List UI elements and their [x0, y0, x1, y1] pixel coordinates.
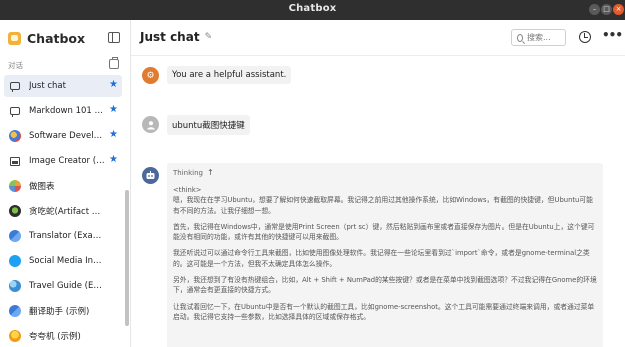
chatbox-logo-icon: [8, 31, 21, 45]
think-paragraph: 另外，我还想到了有没有热键组合，比如，Alt + Shift + NumPad的…: [173, 276, 597, 295]
chat-item-travel-guide[interactable]: Travel Guide (Example): [4, 275, 122, 297]
chat-item-label: 翻译助手 (示例): [29, 307, 90, 317]
chat-item-translator[interactable]: Translator (Example): [4, 225, 122, 247]
assistant-message: Thinking ↑ <think> 嗯，我现在在学习Ubuntu，想要了解如何…: [167, 163, 603, 347]
system-message: You are a helpful assistant.: [167, 66, 292, 84]
chat-item-praise-machine[interactable]: 夸夸机 (示例): [4, 325, 122, 347]
brand: Chatbox: [8, 29, 85, 47]
chat-item-label: Just chat: [29, 81, 66, 91]
user-message: ubuntu截图快捷键: [167, 115, 250, 135]
clear-conversations-icon[interactable]: [109, 57, 119, 69]
maximize-button[interactable]: □: [601, 4, 612, 15]
think-paragraph: 让我试着回忆一下，在Ubuntu中是否有一个默认的截图工具，比如gnome-sc…: [173, 302, 595, 321]
chat-item-snake[interactable]: 贪吃蛇(Artifact Example): [4, 200, 122, 222]
star-icon[interactable]: ★: [109, 130, 118, 140]
chat-bubble-icon: [9, 80, 21, 92]
header-divider: [131, 55, 625, 56]
think-paragraph: 首先，我记得在Windows中，通常是使用Print Screen（prt sc…: [173, 222, 595, 242]
globe-avatar-icon: [9, 280, 21, 292]
edit-title-icon[interactable]: ✎: [205, 32, 213, 42]
translator-avatar-icon: [9, 230, 21, 242]
thinking-toggle[interactable]: Thinking ↑: [173, 168, 597, 177]
search-box[interactable]: [511, 29, 566, 46]
chat-item-label: Social Media Influencer: [29, 256, 105, 266]
chat-item-make-chart[interactable]: 做图表: [4, 175, 122, 197]
chat-title-text: Just chat: [140, 30, 200, 44]
chat-item-label: Markdown 101 (Example): [29, 106, 105, 116]
chat-item-label: Travel Guide (Example): [29, 281, 105, 291]
search-icon: [517, 33, 523, 42]
star-icon[interactable]: ★: [109, 105, 118, 115]
star-icon[interactable]: ★: [109, 155, 118, 165]
chart-avatar-icon: [9, 180, 21, 192]
search-input[interactable]: [527, 33, 565, 42]
avatar-icon: [9, 130, 21, 142]
chat-item-label: 做图表: [29, 182, 55, 192]
chat-item-label: 夸夸机 (示例): [29, 332, 81, 342]
image-icon: [9, 155, 21, 167]
section-label-conversations: 对话: [8, 61, 23, 70]
history-icon[interactable]: [579, 31, 591, 43]
collapse-arrow-icon: ↑: [206, 168, 214, 177]
thinking-label: Thinking: [173, 168, 203, 177]
assistant-bot-icon: [142, 167, 159, 184]
chat-item-markdown-101[interactable]: Markdown 101 (Example) ★: [4, 100, 122, 122]
window-titlebar: Chatbox – □ ×: [0, 0, 625, 20]
twitter-avatar-icon: [9, 255, 21, 267]
chat-item-label: Image Creator (Example): [29, 156, 105, 166]
sidebar-scrollbar[interactable]: [125, 190, 129, 326]
system-settings-icon: ⚙: [142, 67, 159, 84]
more-options-icon[interactable]: •••: [602, 28, 623, 42]
chat-title: Just chat ✎: [140, 30, 212, 44]
close-button[interactable]: ×: [613, 4, 624, 15]
user-avatar-icon: [142, 116, 159, 133]
sidebar: Chatbox 对话 Just chat ★ Markdown 101 (Exa…: [0, 20, 131, 347]
chat-bubble-icon: [9, 105, 21, 117]
chat-item-just-chat[interactable]: Just chat ★: [4, 75, 122, 97]
chat-item-label: Translator (Example): [29, 231, 105, 241]
thinking-content: <think> 嗯，我现在在学习Ubuntu，想要了解如何快速截取屏幕。我记得之…: [173, 185, 597, 322]
chat-item-software-developer[interactable]: Software Developer ★: [4, 125, 122, 147]
snake-avatar-icon: [9, 205, 21, 217]
translator-avatar-icon: [9, 305, 21, 317]
chat-item-label: Software Developer: [29, 131, 105, 141]
chat-list: Just chat ★ Markdown 101 (Example) ★ Sof…: [0, 75, 124, 347]
main-panel: Just chat ✎ ••• ⚙ You are a helpful assi…: [131, 20, 625, 347]
chat-item-label: 贪吃蛇(Artifact Example): [29, 207, 105, 217]
brand-name: Chatbox: [27, 30, 86, 46]
think-paragraph: <think> 嗯，我现在在学习Ubuntu，想要了解如何快速截取屏幕。我记得之…: [173, 186, 593, 215]
think-paragraph: 我还听说过可以通过命令行工具来截图，比如使用图像处理软件。我记得在一些论坛里看到…: [173, 249, 590, 268]
praise-avatar-icon: [9, 330, 21, 342]
star-icon[interactable]: ★: [109, 80, 118, 90]
chat-item-social-media-influencer[interactable]: Social Media Influencer: [4, 250, 122, 272]
window-title: Chatbox: [288, 3, 337, 14]
minimize-button[interactable]: –: [589, 4, 600, 15]
chat-item-image-creator[interactable]: Image Creator (Example) ★: [4, 150, 122, 172]
chat-item-translation-assistant[interactable]: 翻译助手 (示例): [4, 300, 122, 322]
collapse-sidebar-icon[interactable]: [108, 32, 120, 43]
